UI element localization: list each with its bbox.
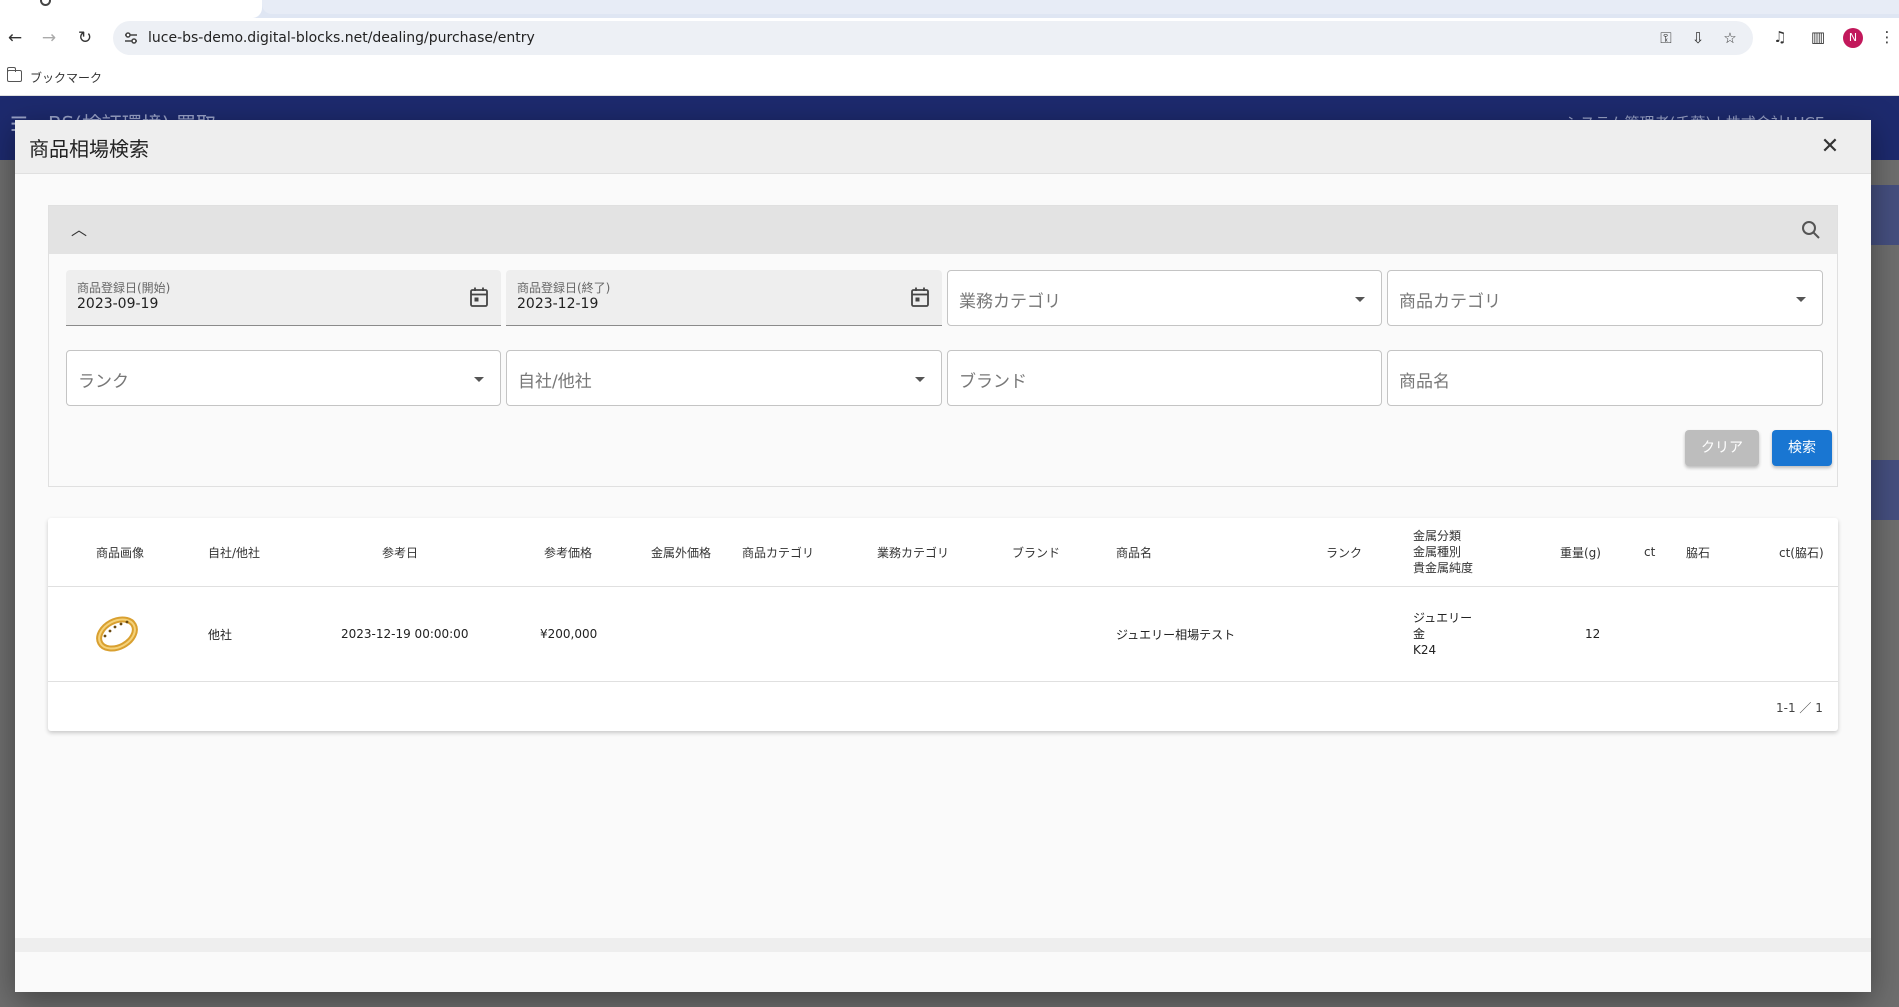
dialog-title: 商品相場検索 — [29, 137, 149, 161]
header-ref-date: 参考日 — [382, 545, 419, 560]
brand-placeholder: ブランド — [959, 372, 1027, 392]
cell-metal-type: 金 — [1413, 627, 1426, 641]
forward-icon[interactable]: → — [37, 26, 61, 50]
browser-menu-icon[interactable]: ⋮ — [1876, 26, 1898, 48]
header-product-name: 商品名 — [1116, 545, 1153, 560]
folder-icon[interactable] — [6, 67, 22, 82]
date-start-label: 商品登録日(開始) — [77, 281, 171, 295]
side-panel-icon[interactable]: ▥ — [1807, 26, 1829, 48]
dialog-header: 商品相場検索 ✕ — [15, 120, 1871, 174]
calendar-icon[interactable] — [469, 286, 489, 308]
cell-product-name: ジュエリー相場テスト — [1116, 627, 1236, 642]
header-ct-side-stone: ct(脇石) — [1779, 545, 1824, 560]
media-controls-icon[interactable]: ♫ — [1769, 26, 1791, 48]
cell-ref-date: 2023-12-19 00:00:00 — [341, 627, 469, 641]
chevron-up-icon[interactable]: ︿ — [67, 218, 91, 242]
header-ct: ct — [1644, 545, 1656, 559]
product-name-input[interactable]: 商品名 — [1387, 350, 1823, 406]
search-panel-header[interactable]: ︿ — [49, 206, 1837, 254]
cell-ref-price: ¥200,000 — [540, 627, 598, 641]
back-icon[interactable]: ← — [3, 26, 27, 50]
header-product-category: 商品カテゴリ — [742, 545, 815, 560]
date-end-field[interactable]: 商品登録日(終了) 2023-12-19 — [506, 270, 942, 326]
cell-own-other: 他社 — [208, 627, 233, 642]
address-bar[interactable]: luce-bs-demo.digital-blocks.net/dealing/… — [113, 21, 1753, 55]
bookmarks-bar: ブックマーク — [0, 58, 1899, 96]
clear-button[interactable]: クリア — [1685, 430, 1759, 466]
rank-placeholder: ランク — [78, 372, 129, 392]
header-image: 商品画像 — [96, 545, 145, 560]
tab-favicon-icon — [40, 0, 51, 6]
header-metal-purity: 貴金属純度 — [1413, 561, 1474, 575]
product-category-placeholder: 商品カテゴリ — [1399, 292, 1501, 312]
close-icon[interactable]: ✕ — [1815, 132, 1845, 162]
own-other-select[interactable]: 自社/他社 — [506, 350, 942, 406]
browser-tab[interactable] — [0, 0, 262, 18]
search-icon[interactable] — [1799, 218, 1823, 242]
dropdown-arrow-icon[interactable] — [474, 377, 484, 382]
header-brand: ブランド — [1012, 545, 1061, 560]
header-non-metal-price: 金属外価格 — [651, 545, 712, 560]
profile-avatar[interactable]: N — [1843, 28, 1863, 48]
header-metal-type: 金属種別 — [1413, 545, 1462, 559]
date-start-value[interactable]: 2023-09-19 — [77, 296, 158, 312]
product-name-placeholder: 商品名 — [1399, 372, 1450, 392]
dropdown-arrow-icon[interactable] — [1355, 297, 1365, 302]
cell-metal-purity: K24 — [1413, 643, 1437, 657]
bookmarks-label[interactable]: ブックマーク — [30, 69, 102, 86]
header-rank: ランク — [1326, 545, 1363, 560]
header-weight: 重量(g) — [1560, 545, 1601, 560]
tab-strip-background — [262, 0, 1899, 14]
pagination-info: 1-1 ／ 1 — [1776, 701, 1823, 715]
header-metal: 金属分類 金属種別 貴金属純度 — [1413, 518, 1473, 586]
site-info-icon[interactable] — [123, 30, 139, 46]
gold-ring-image[interactable] — [93, 610, 141, 658]
row-divider — [48, 681, 1838, 682]
cell-weight: 12 — [1585, 627, 1601, 641]
date-end-label: 商品登録日(終了) — [517, 281, 611, 295]
results-table: 商品画像 自社/他社 参考日 参考価格 金属外価格 商品カテゴリ 業務カテゴリ … — [48, 518, 1838, 731]
cell-metal-class: ジュエリー — [1413, 611, 1473, 625]
header-side-stone: 脇石 — [1686, 545, 1711, 560]
url-text[interactable]: luce-bs-demo.digital-blocks.net/dealing/… — [148, 30, 535, 46]
browser-toolbar: ← → ↻ luce-bs-demo.digital-blocks.net/de… — [0, 18, 1899, 58]
search-panel: ︿ 商品登録日(開始) 2023-09-19 商品登録日(終了) 2023-12… — [48, 205, 1838, 487]
reload-icon[interactable]: ↻ — [73, 26, 97, 50]
search-button[interactable]: 検索 — [1772, 430, 1832, 466]
dropdown-arrow-icon[interactable] — [1796, 297, 1806, 302]
bookmark-star-icon[interactable]: ☆ — [1719, 27, 1741, 49]
header-divider — [48, 586, 1838, 587]
browser-tab-strip — [0, 0, 1899, 18]
product-price-search-dialog: 商品相場検索 ✕ ︿ 商品登録日(開始) 2023-09-19 商品登録日(終了… — [15, 120, 1871, 992]
product-category-select[interactable]: 商品カテゴリ — [1387, 270, 1823, 326]
brand-input[interactable]: ブランド — [947, 350, 1382, 406]
own-other-placeholder: 自社/他社 — [518, 372, 592, 392]
dialog-footer — [15, 938, 1871, 992]
cell-metal: ジュエリー 金 K24 — [1413, 587, 1472, 681]
header-metal-class: 金属分類 — [1413, 529, 1462, 543]
dropdown-arrow-icon[interactable] — [915, 377, 925, 382]
business-category-placeholder: 業務カテゴリ — [959, 292, 1061, 312]
date-end-value[interactable]: 2023-12-19 — [517, 296, 598, 312]
header-business-category: 業務カテゴリ — [877, 545, 950, 560]
calendar-icon[interactable] — [910, 286, 930, 308]
business-category-select[interactable]: 業務カテゴリ — [947, 270, 1382, 326]
rank-select[interactable]: ランク — [66, 350, 501, 406]
install-app-icon[interactable]: ⇩ — [1687, 27, 1709, 49]
date-start-field[interactable]: 商品登録日(開始) 2023-09-19 — [66, 270, 501, 326]
password-key-icon[interactable]: ⚿ — [1655, 27, 1677, 49]
header-ref-price: 参考価格 — [544, 545, 593, 560]
header-own-other: 自社/他社 — [208, 545, 261, 560]
